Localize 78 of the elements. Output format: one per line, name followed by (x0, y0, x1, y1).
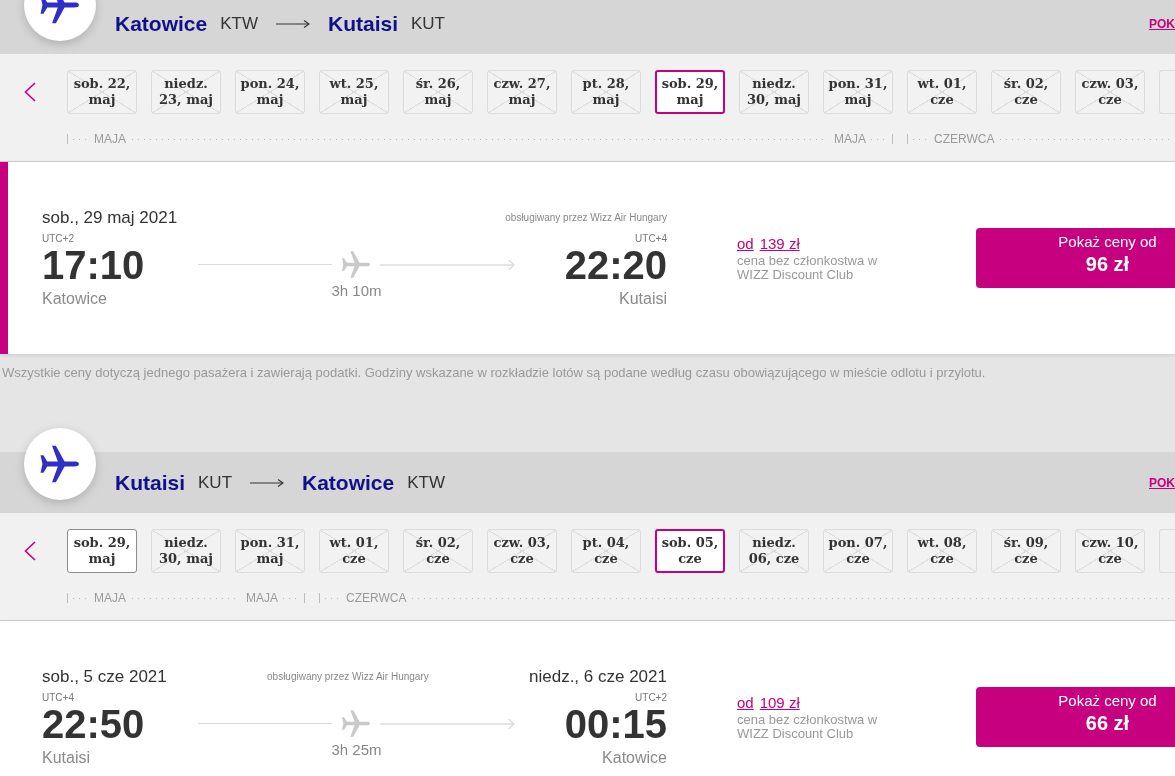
month-label: MAJA (94, 592, 126, 604)
city-name: Katowice (42, 289, 107, 309)
date-tile[interactable]: niedz. 23, maj (151, 70, 221, 114)
month-label: CZERWCA (934, 133, 995, 145)
arrow-icon (380, 717, 515, 730)
airport-code: KUT (411, 12, 445, 35)
date-tile[interactable]: pon. 31, maj (235, 529, 305, 573)
airport-code: KTW (407, 471, 445, 494)
plane-icon (342, 251, 370, 278)
operator-text: obsługiwany przez Wizz Air Hungary (505, 212, 667, 224)
departure-date: sob., 5 cze 2021 (42, 666, 167, 688)
date-tile[interactable]: czw. 03, cze (487, 529, 557, 573)
date-tile[interactable]: niedz. 30, maj (151, 529, 221, 573)
arrival-date: niedz., 6 cze 2021 (529, 666, 667, 688)
city-name: Katowice (115, 10, 208, 37)
month-label: MAJA (246, 592, 278, 604)
arrow-icon (380, 258, 515, 271)
date-tile[interactable]: sob. 22, maj (67, 70, 137, 114)
show-prices-button[interactable]: Pokaż ceny od 66 zł (976, 687, 1175, 747)
date-tile[interactable]: pon. 31, maj (823, 70, 893, 114)
city-name: Kutaisi (115, 469, 185, 496)
date-tile[interactable]: wt. 01, cze (907, 70, 977, 114)
city-name: Kutaisi (328, 10, 398, 37)
date-tile[interactable]: pt. 04, cze (571, 529, 641, 573)
plane-icon (342, 710, 370, 737)
regular-price-link[interactable]: 109 zł (759, 693, 800, 713)
airport-code: KTW (220, 12, 258, 35)
duration-text: 3h 25m (331, 740, 382, 760)
price-note: cena bez członkostwa w WIZZ Discount Club (737, 713, 879, 741)
date-tile[interactable]: pon. 07, cze (823, 529, 893, 573)
timezone-label: UTC+2 (42, 233, 74, 245)
date-tile[interactable]: pon. 24, maj (235, 70, 305, 114)
date-tile[interactable]: niedz. 06, cze (739, 529, 809, 573)
airport-code: KUT (198, 471, 232, 494)
departure-date: sob., 29 maj 2021 (42, 207, 178, 229)
date-tile[interactable]: wt. 08, cze (907, 529, 977, 573)
date-tile[interactable]: czw. 27, maj (487, 70, 557, 114)
date-tile[interactable]: śr. 02, cze (991, 70, 1061, 114)
arrow-icon (250, 477, 284, 488)
price-from-link[interactable]: od (737, 693, 754, 713)
date-tile[interactable]: śr. 26, maj (403, 70, 473, 114)
city-name: Kutaisi (618, 289, 667, 309)
departure-time: 22:50 (42, 704, 145, 744)
date-tile[interactable]: śr. 09, cze (991, 529, 1061, 573)
arrival-time: 22:20 (564, 245, 667, 285)
chevron-left-icon[interactable] (24, 82, 36, 102)
date-tile[interactable]: pt. 28, maj (571, 70, 641, 114)
city-name: Kutaisi (42, 748, 91, 768)
price-note: cena bez członkostwa w WIZZ Discount Club (737, 254, 879, 282)
month-label: CZERWCA (346, 592, 407, 604)
arrival-time: 00:15 (564, 704, 667, 744)
month-label: MAJA (94, 133, 126, 145)
price-from-link[interactable]: od (737, 234, 754, 254)
month-label: MAJA (834, 133, 866, 145)
date-tile[interactable]: wt. 01, cze (319, 529, 389, 573)
departure-time: 17:10 (42, 245, 145, 285)
date-tile[interactable]: sob. 29, maj (67, 529, 137, 573)
date-tile[interactable]: wt. 25, maj (319, 70, 389, 114)
date-tile[interactable]: sob. 05, cze (655, 529, 725, 573)
operator-text: obsługiwany przez Wizz Air Hungary (267, 671, 429, 683)
date-tile[interactable]: śr. 02, cze (403, 529, 473, 573)
city-name: Katowice (602, 748, 667, 768)
timezone-label: UTC+2 (635, 692, 667, 704)
show-prices-button[interactable]: Pokaż ceny od 96 zł (976, 228, 1175, 288)
arrow-icon (276, 18, 310, 29)
date-tile[interactable]: niedz. 30, maj (739, 70, 809, 114)
chevron-left-icon[interactable] (24, 541, 36, 561)
date-tile[interactable]: czw. 03, cze (1075, 70, 1145, 114)
header-link[interactable]: POK (1149, 474, 1175, 491)
plane-logo-icon (24, 428, 96, 500)
header-link[interactable]: POK (1149, 15, 1175, 32)
timezone-label: UTC+4 (635, 233, 667, 245)
date-tile[interactable]: czw. 10, cze (1075, 529, 1145, 573)
duration-text: 3h 10m (331, 281, 382, 301)
date-tile[interactable]: sob. 29, maj (655, 70, 725, 114)
timezone-label: UTC+4 (42, 692, 74, 704)
regular-price-link[interactable]: 139 zł (759, 234, 800, 254)
city-name: Katowice (302, 469, 395, 496)
